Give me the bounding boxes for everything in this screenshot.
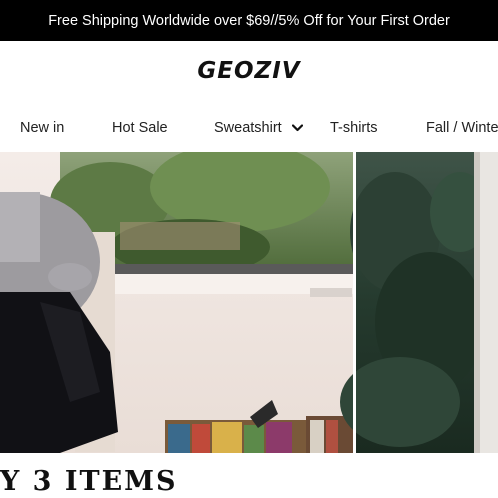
nav-item-label: New in — [20, 120, 65, 136]
promo-headline: Y 3 ITEMS — [0, 466, 178, 497]
brand-logo[interactable]: GEOZIV — [0, 58, 498, 84]
nav-item-t-shirts[interactable]: T-shirts — [330, 120, 378, 136]
nav-item-sweatshirt[interactable]: Sweatshirt — [214, 120, 303, 136]
nav-item-label: Sweatshirt — [214, 120, 282, 136]
nav-item-new-in[interactable]: New in — [20, 120, 64, 136]
nav-item-hot-sale[interactable]: Hot Sale — [112, 120, 168, 136]
main-nav: New in Hot Sale Sweatshirt T-shirts Fall… — [0, 112, 498, 146]
nav-item-label: Fall / Winte — [426, 120, 498, 136]
hero-banner[interactable] — [0, 152, 498, 453]
nav-item-label: T-shirts — [330, 120, 378, 136]
chevron-down-icon — [291, 124, 303, 132]
announcement-bar: Free Shipping Worldwide over $69//5% Off… — [0, 0, 498, 41]
nav-item-label: Hot Sale — [112, 120, 168, 136]
hero-image — [0, 152, 498, 453]
nav-item-fall-winter[interactable]: Fall / Winte — [426, 120, 498, 136]
announcement-text: Free Shipping Worldwide over $69//5% Off… — [48, 12, 450, 29]
